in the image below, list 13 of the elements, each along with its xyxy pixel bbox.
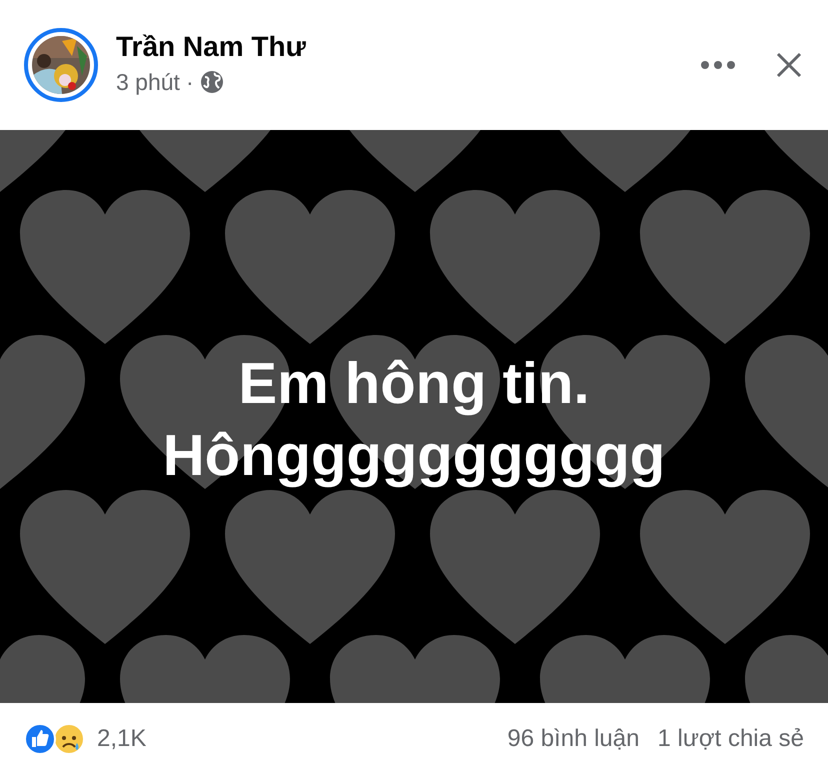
post-text-line: Em hông tin. [238, 350, 590, 418]
post-text-line: Hônggggggggggg [162, 422, 666, 490]
sad-face-icon [53, 723, 85, 755]
comment-count[interactable]: 96 bình luận [507, 725, 640, 753]
separator-dot: · [186, 68, 194, 96]
like-icon [24, 723, 56, 755]
more-icon [700, 60, 736, 70]
reaction-count[interactable]: 2,1K [97, 725, 146, 753]
author-name[interactable]: Trần Nam Thư [116, 30, 678, 62]
close-icon [776, 52, 802, 78]
globe-icon [200, 70, 224, 94]
share-count[interactable]: 1 lượt chia sẻ [657, 725, 804, 753]
post-time[interactable]: 3 phút [116, 68, 180, 96]
